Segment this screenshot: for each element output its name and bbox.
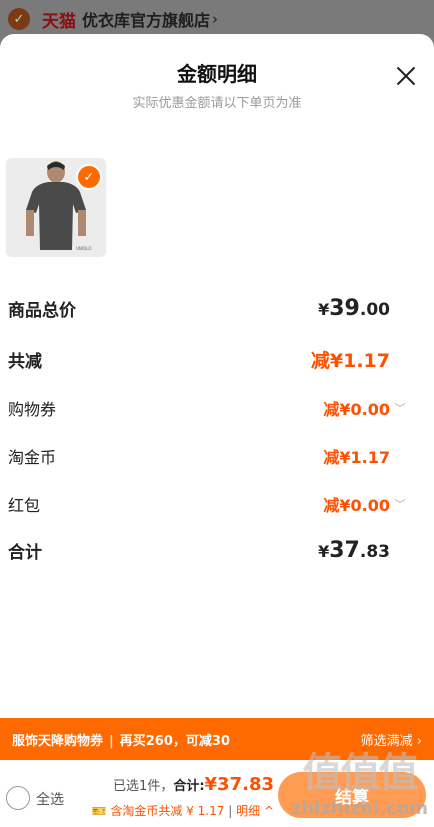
total-discount-value: 减¥1.17 — [310, 350, 390, 372]
chevron-down-icon[interactable]: ﹀ — [394, 400, 406, 416]
watermark: 值值值 zhizhizhi.com — [290, 750, 428, 819]
row-grand-total: 合计 ¥37.83 — [8, 538, 406, 563]
sheet-title: 金额明细 — [177, 62, 257, 86]
chevron-right-icon: › — [212, 10, 219, 28]
row-label: 商品总价 — [8, 301, 76, 321]
promo-text: 服饰天降购物券 | 再买260，可减30 — [12, 733, 230, 749]
select-all-radio[interactable] — [6, 786, 30, 810]
amount-detail-sheet: 金额明细 实际优惠金额请以下单页为准 UNIQLO ✓ 商品总价 ¥39.00 … — [0, 34, 434, 827]
checkout-bar: 全选 已选1件，合计:¥37.83 🎫 含淘金币共减 ¥ 1.17 | 明细 ^… — [0, 750, 434, 827]
goods-total-value: ¥39.00 — [318, 296, 390, 321]
red-packet-value: 减¥0.00 — [323, 496, 390, 515]
coupon-icon: 🎫 — [91, 804, 107, 818]
chevron-up-icon: ^ — [263, 804, 274, 818]
product-thumbnail[interactable]: UNIQLO ✓ — [6, 158, 106, 257]
row-coupon[interactable]: 购物券 减¥0.00 ﹀ — [8, 396, 406, 420]
store-header[interactable]: ✓ 天猫 优衣库官方旗舰店 › — [0, 0, 434, 38]
row-label: 合计 — [8, 543, 42, 563]
shop-name[interactable]: 优衣库官方旗舰店 — [82, 7, 210, 31]
close-icon[interactable] — [394, 64, 418, 88]
row-label: 淘金币 — [8, 448, 57, 467]
row-label: 共减 — [8, 352, 42, 372]
store-check-icon[interactable]: ✓ — [8, 8, 30, 30]
sheet-subtitle: 实际优惠金额请以下单页为准 — [132, 96, 302, 111]
row-goods-total: 商品总价 ¥39.00 — [8, 296, 406, 321]
total-amount: ¥37.83 — [204, 774, 274, 795]
chevron-down-icon[interactable]: ﹀ — [394, 496, 406, 512]
order-summary: 已选1件，合计:¥37.83 — [113, 774, 274, 795]
product-selected-check-icon[interactable]: ✓ — [76, 164, 102, 190]
coin-discount-note[interactable]: 🎫 含淘金币共减 ¥ 1.17 | 明细 ^ — [92, 802, 274, 819]
row-taojinbi: 淘金币 减¥1.17 — [8, 444, 406, 468]
tmall-brand: 天猫 — [42, 11, 76, 32]
row-label: 红包 — [8, 496, 41, 515]
grand-total-value: ¥37.83 — [318, 538, 390, 563]
row-label: 购物券 — [8, 400, 57, 419]
coupon-value: 减¥0.00 — [323, 400, 390, 419]
row-total-discount: 共减 减¥1.17 — [8, 346, 406, 373]
row-red-packet[interactable]: 红包 减¥0.00 ﹀ — [8, 492, 406, 516]
svg-text:UNIQLO: UNIQLO — [76, 246, 91, 251]
select-all-label[interactable]: 全选 — [36, 789, 64, 809]
taojinbi-value: 减¥1.17 — [323, 448, 390, 467]
detail-link: 明细 — [236, 804, 261, 818]
